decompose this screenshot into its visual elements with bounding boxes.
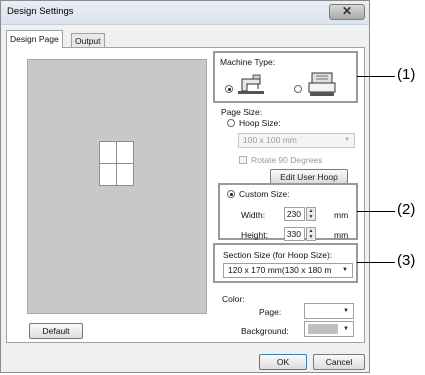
rotate-90-label: Rotate 90 Degrees [251,155,323,165]
section-size-value: 120 x 170 mm(130 x 180 m [228,265,332,275]
chevron-down-icon: ▼ [343,308,349,314]
tab-output[interactable]: Output [71,33,105,47]
custom-size-radio[interactable] [227,190,235,198]
hoop-section-top-left [99,141,117,164]
machine-type-radio-2[interactable] [294,85,302,93]
title-bar: Design Settings ✕ [1,1,369,25]
machine-type-radio-1[interactable] [225,85,233,93]
cancel-button[interactable]: Cancel [313,354,365,370]
chevron-down-icon: ▼ [343,326,349,332]
design-preview [27,59,207,314]
height-label: Height: [241,230,268,240]
tab-design-page[interactable]: Design Page [6,30,63,48]
close-button[interactable]: ✕ [329,4,365,20]
embroidery-machine-icon [308,71,336,101]
design-settings-dialog: Design Settings ✕ Design Page Output Mac… [0,0,370,373]
width-unit: mm [334,210,349,220]
section-size-dropdown[interactable]: 120 x 170 mm(130 x 180 m ▼ [223,263,353,278]
rotate-90-checkbox[interactable] [239,156,247,164]
width-spinner[interactable]: ▲ ▼ [306,207,316,221]
chevron-down-icon: ▼ [344,137,350,143]
window-title: Design Settings [7,6,74,17]
custom-size-label: Custom Size: [239,189,290,199]
hoop-size-value: 100 x 100 mm [243,135,297,145]
ok-button[interactable]: OK [259,354,307,370]
callout-3: (3) [397,252,416,269]
callout-line-3 [357,262,395,263]
hoop-section-top-right [116,141,134,164]
page-color-dropdown[interactable]: ▼ [304,303,354,319]
hoop-size-label: Hoop Size: [239,118,281,128]
height-unit: mm [334,230,349,240]
color-label: Color: [222,294,245,304]
callout-line-1 [357,76,395,77]
page-color-swatch [308,306,338,316]
page-color-label: Page: [259,307,282,317]
hoop-size-dropdown[interactable]: 100 x 100 mm ▼ [238,133,355,148]
hoop-section-bottom-left [99,163,117,186]
height-spinner[interactable]: ▲ ▼ [306,227,316,241]
section-size-label: Section Size (for Hoop Size): [223,250,333,260]
machine-type-label: Machine Type: [220,57,276,67]
hoop-size-radio[interactable] [227,119,235,127]
sewing-machine-icon [236,73,266,99]
hoop-section-bottom-right [116,163,134,186]
page-size-label: Page Size: [221,107,263,117]
default-button[interactable]: Default [29,323,83,339]
edit-user-hoop-button[interactable]: Edit User Hoop [270,169,348,184]
callout-1: (1) [397,66,416,83]
callout-2: (2) [397,201,416,218]
background-color-swatch [308,324,338,334]
height-input[interactable]: 330 [284,227,305,241]
width-label: Width: [241,210,266,220]
background-color-label: Background: [241,326,289,336]
background-color-dropdown[interactable]: ▼ [304,321,354,337]
width-input[interactable]: 230 [284,207,305,221]
chevron-down-icon: ▼ [342,267,348,273]
callout-line-2 [357,211,395,212]
